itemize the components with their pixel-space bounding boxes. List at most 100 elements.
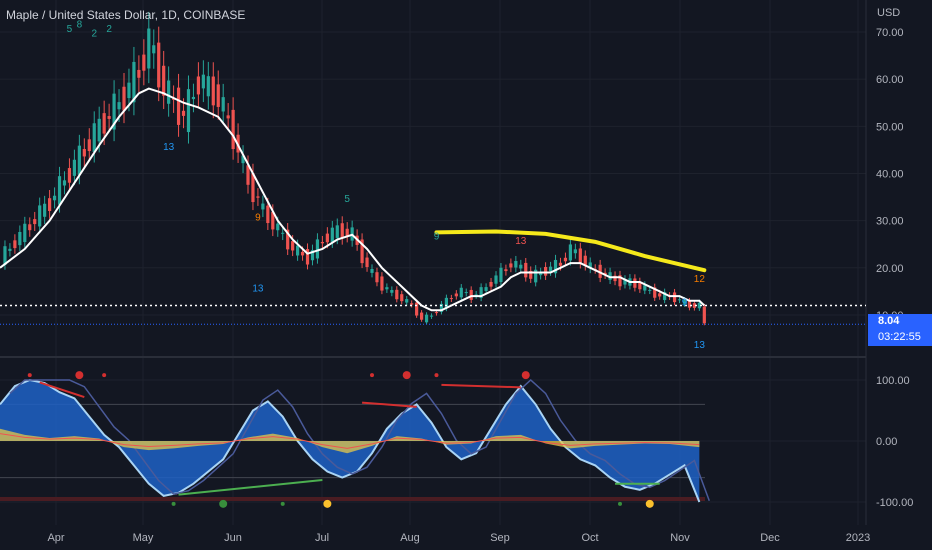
candle-body — [702, 306, 706, 324]
signal-dot — [219, 499, 228, 508]
candle-body — [300, 251, 305, 256]
candle-body — [633, 278, 637, 288]
candle-body — [216, 84, 220, 107]
candle-body — [48, 198, 52, 212]
x-tick-label: Sep — [490, 532, 510, 544]
candle-body — [524, 262, 528, 278]
candle-body — [459, 287, 463, 298]
signal-dot — [171, 501, 176, 506]
candle-body — [87, 139, 91, 152]
x-tick-label: Jul — [315, 532, 329, 544]
y-tick-label: 20.00 — [876, 263, 904, 275]
candle-body — [484, 287, 488, 291]
candle-body — [201, 74, 205, 89]
candle-body — [578, 248, 582, 264]
candle-body — [648, 289, 652, 291]
candle-body — [514, 261, 518, 268]
candle-body — [385, 287, 389, 290]
countdown-badge: 03:22:55 — [868, 329, 932, 346]
candle-body — [504, 269, 508, 272]
candle-body — [137, 69, 141, 78]
candle-body — [658, 293, 662, 297]
td-marker: 5 — [344, 194, 350, 205]
y-tick-label: 40.00 — [876, 168, 904, 180]
signal-dot — [521, 371, 530, 380]
td-marker: 12 — [694, 274, 706, 285]
candle-body — [52, 195, 57, 201]
chart-title: Maple / United States Dollar, 1D, COINBA… — [6, 8, 246, 22]
last-price-badge: 8.04 — [868, 314, 932, 329]
x-tick-label: 2023 — [846, 532, 870, 544]
x-tick-label: Aug — [400, 532, 420, 544]
candle-body — [489, 281, 493, 287]
candle-body — [370, 268, 374, 273]
candle-body — [330, 227, 334, 242]
x-tick-label: Nov — [670, 532, 690, 544]
signal-dot — [102, 373, 107, 378]
divergence-line — [441, 383, 521, 389]
osc-y-tick-label: 100.00 — [876, 375, 910, 387]
candle-body — [82, 149, 86, 157]
candle-body — [395, 289, 399, 300]
signal-dot — [402, 371, 411, 380]
candle-body — [544, 267, 548, 276]
td-marker: 2 — [106, 24, 112, 35]
y-tick-label: 30.00 — [876, 216, 904, 228]
candle-body — [62, 180, 67, 186]
td-marker: 2 — [91, 29, 97, 40]
candle-body — [176, 87, 181, 125]
x-tick-label: Apr — [47, 532, 64, 544]
candle-body — [107, 116, 111, 119]
candle-body — [464, 292, 468, 294]
chart-canvas[interactable]: 5 82 21391359 1391213 70.0060.0050.0040.003… — [0, 0, 932, 550]
candle-body — [375, 272, 379, 283]
candle-body — [405, 299, 409, 303]
candle-body — [122, 86, 126, 111]
candle-body — [28, 224, 32, 231]
candle-body — [23, 223, 27, 243]
candle-body — [420, 312, 424, 320]
candle-body — [167, 80, 171, 104]
candle-body — [181, 110, 186, 116]
candle-body — [102, 113, 106, 134]
td-marker: 9 — [434, 232, 440, 243]
y-tick-label: 60.00 — [876, 74, 904, 86]
x-tick-label: Oct — [581, 532, 598, 544]
candle-body — [494, 275, 498, 284]
candle-body — [157, 42, 161, 88]
wave-signal-line — [9, 378, 710, 502]
candle-body — [434, 312, 439, 314]
candle-body — [8, 248, 12, 251]
candle-body — [256, 196, 260, 198]
candle-body — [573, 249, 577, 254]
candle-body — [519, 264, 523, 269]
signal-dot — [75, 371, 84, 380]
candle-body — [266, 205, 270, 224]
candle-body — [390, 290, 394, 293]
candle-body — [509, 263, 513, 268]
signal-dot — [370, 373, 374, 378]
candle-body — [365, 257, 369, 268]
candle-body — [643, 285, 647, 291]
candle-body — [117, 102, 121, 110]
candle-body — [196, 76, 200, 95]
candle-body — [424, 314, 429, 323]
candle-body — [400, 294, 404, 302]
candle-body — [97, 118, 101, 142]
candle-body — [261, 203, 265, 210]
candle-body — [147, 28, 151, 69]
candle-body — [320, 241, 324, 244]
y-tick-label: 50.00 — [876, 121, 904, 133]
osc-y-tick-label: 0.00 — [876, 436, 897, 448]
candle-body — [380, 276, 384, 291]
signal-dot — [280, 501, 285, 506]
candle-body — [18, 231, 22, 246]
candle-body — [206, 76, 210, 97]
candle-body — [687, 301, 692, 308]
td-marker: 5 — [67, 24, 73, 35]
candle-body — [142, 54, 146, 71]
candle-body — [548, 266, 553, 272]
signal-dot — [323, 499, 332, 508]
candle-body — [231, 109, 235, 150]
candle-body — [191, 96, 196, 100]
